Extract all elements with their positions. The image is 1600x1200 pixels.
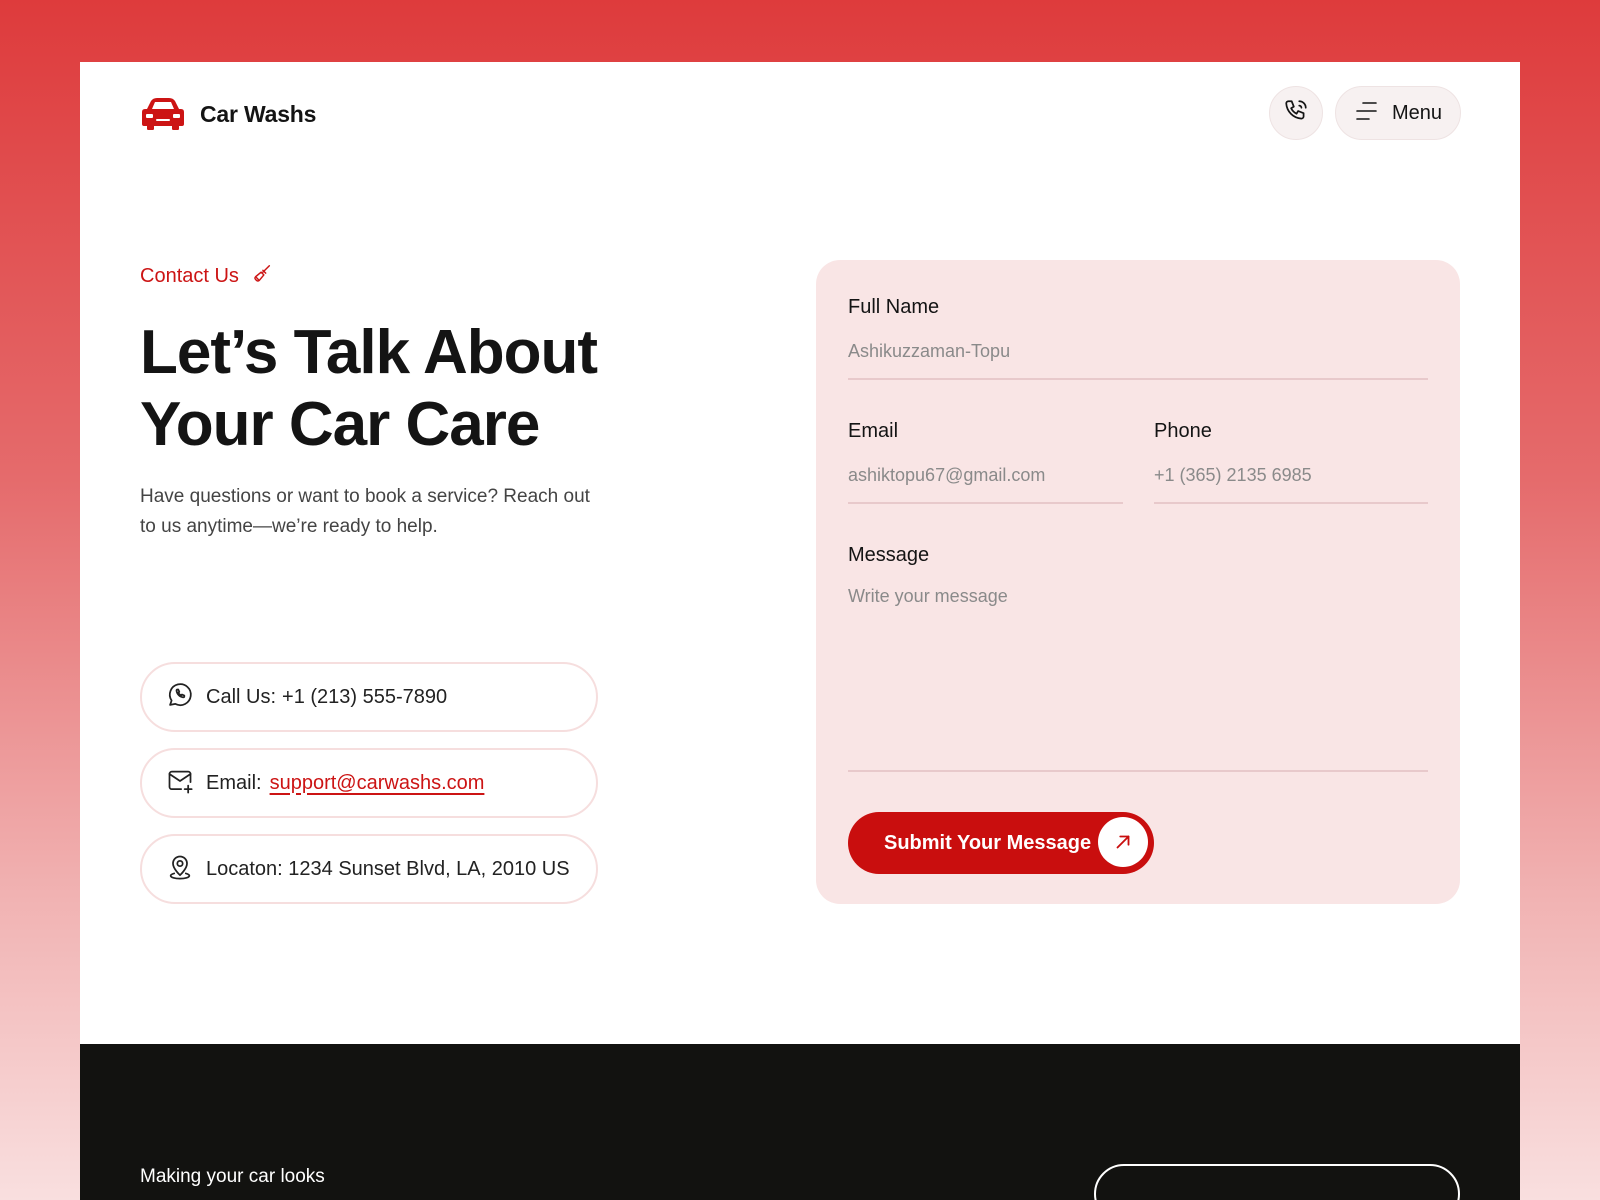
email-link[interactable]: support@carwashs.com (270, 772, 485, 794)
location-pill[interactable]: Locaton: 1234 Sunset Blvd, LA, 2010 US (140, 834, 598, 904)
email-field[interactable] (848, 448, 1123, 504)
mail-plus-icon (166, 767, 194, 800)
footer-tagline: Making your car looks (140, 1166, 325, 1187)
email-field-label: Email (848, 420, 899, 442)
phone-field-label: Phone (1154, 420, 1212, 442)
full-name-input[interactable] (848, 324, 1428, 380)
menu-button[interactable]: Menu (1335, 86, 1461, 140)
menu-icon (1354, 100, 1378, 127)
contact-form: Full Name Email Phone Message Submit You… (816, 260, 1460, 904)
menu-label: Menu (1392, 101, 1443, 124)
email-label: Email: (206, 771, 262, 794)
car-icon (140, 96, 186, 132)
footer-pill[interactable] (1094, 1164, 1460, 1200)
location-text: Locaton: 1234 Sunset Blvd, LA, 2010 US (206, 857, 570, 880)
call-us-pill[interactable]: Call Us: +1 (213) 555-7890 (140, 662, 598, 732)
eyebrow-text: Contact Us (140, 265, 239, 287)
submit-message-button[interactable]: Submit Your Message (848, 812, 1154, 874)
email-text: Email: support@carwashs.com (206, 772, 484, 795)
page-frame: Car Washs Menu Contact Us Let’s Talk Abo… (80, 62, 1520, 1200)
phone-field[interactable] (1154, 448, 1428, 504)
call-us-text: Call Us: +1 (213) 555-7890 (206, 686, 447, 709)
contact-eyebrow: Contact Us (140, 263, 273, 290)
phone-icon (1283, 98, 1309, 129)
email-pill[interactable]: Email: support@carwashs.com (140, 748, 598, 818)
arrow-up-right-icon (1098, 817, 1148, 867)
whatsapp-phone-icon (166, 681, 194, 714)
submit-label: Submit Your Message (884, 831, 1092, 854)
location-pin-icon (166, 853, 194, 886)
message-label: Message (848, 544, 930, 566)
page-title: Let’s Talk About Your Car Care (140, 318, 598, 459)
brand-name: Car Washs (200, 100, 317, 127)
full-name-label: Full Name (848, 296, 940, 318)
footer: Making your car looks (80, 1044, 1520, 1200)
phone-button[interactable] (1269, 86, 1323, 140)
call-us-number[interactable]: +1 (213) 555-7890 (282, 686, 447, 708)
message-textarea[interactable] (848, 572, 1428, 772)
hero-subtext: Have questions or want to book a service… (140, 486, 590, 537)
brush-icon (251, 263, 273, 290)
call-us-label: Call Us: (206, 685, 277, 708)
brand[interactable]: Car Washs (140, 96, 316, 132)
